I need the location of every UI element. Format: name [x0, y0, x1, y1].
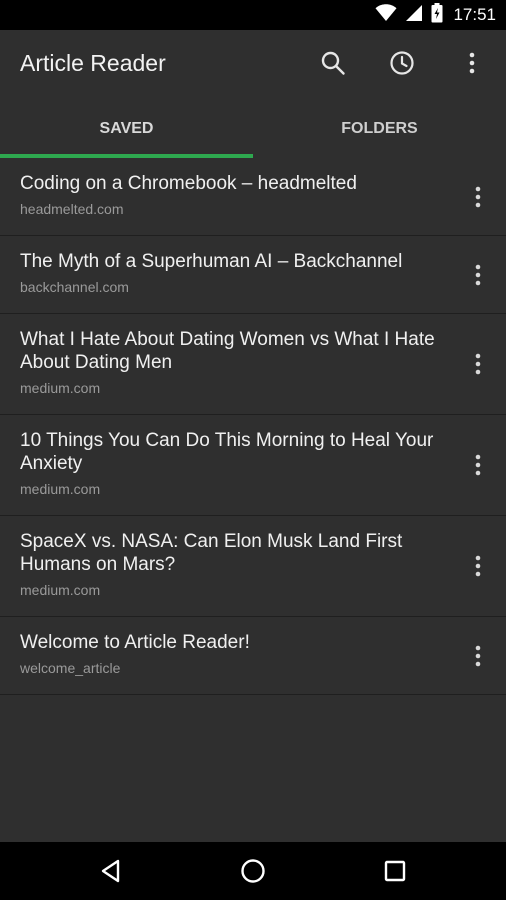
- recents-button[interactable]: [378, 854, 412, 888]
- article-source: welcome_article: [20, 660, 121, 676]
- app-screen: 17:51 Article Reader SAVED FOLDERS Codin…: [0, 0, 506, 900]
- back-button[interactable]: [94, 854, 128, 888]
- list-item[interactable]: 10 Things You Can Do This Morning to Hea…: [0, 415, 506, 516]
- history-icon: [389, 50, 415, 80]
- search-icon: [320, 50, 346, 80]
- list-item[interactable]: What I Hate About Dating Women vs What I…: [0, 314, 506, 415]
- home-icon: [241, 859, 265, 883]
- overflow-menu-icon: [469, 52, 475, 78]
- article-source: headmelted.com: [20, 201, 124, 217]
- tab-saved[interactable]: SAVED: [0, 100, 253, 158]
- article-title: Welcome to Article Reader!: [20, 632, 250, 653]
- list-item[interactable]: Coding on a Chromebook – headmelted head…: [0, 158, 506, 236]
- home-button[interactable]: [236, 854, 270, 888]
- status-bar: 17:51: [0, 0, 506, 30]
- article-title: SpaceX vs. NASA: Can Elon Musk Land Firs…: [20, 531, 403, 575]
- cellular-icon: [405, 4, 423, 26]
- overflow-menu-icon: [475, 454, 481, 476]
- tab-saved-label: SAVED: [99, 120, 154, 137]
- tab-folders-label: FOLDERS: [341, 120, 418, 137]
- item-more-button[interactable]: [468, 349, 488, 379]
- article-source: medium.com: [20, 582, 101, 598]
- tab-bar: SAVED FOLDERS: [0, 100, 506, 158]
- system-nav-bar: [0, 842, 506, 900]
- list-item[interactable]: Welcome to Article Reader! welcome_artic…: [0, 617, 506, 695]
- article-source: medium.com: [20, 380, 101, 396]
- overflow-menu-icon: [475, 353, 481, 375]
- app-bar: Article Reader: [0, 30, 506, 100]
- overflow-menu-button[interactable]: [455, 48, 489, 82]
- wifi-icon: [375, 4, 397, 26]
- list-item[interactable]: The Myth of a Superhuman AI – Backchanne…: [0, 236, 506, 314]
- status-time: 17:51: [453, 5, 496, 24]
- item-more-button[interactable]: [468, 182, 488, 212]
- item-more-button[interactable]: [468, 641, 488, 671]
- item-more-button[interactable]: [468, 450, 488, 480]
- article-source: backchannel.com: [20, 279, 129, 295]
- list-item[interactable]: SpaceX vs. NASA: Can Elon Musk Land Firs…: [0, 516, 506, 617]
- article-title: The Myth of a Superhuman AI – Backchanne…: [20, 251, 403, 272]
- item-more-button[interactable]: [468, 551, 488, 581]
- article-list: Coding on a Chromebook – headmelted head…: [0, 158, 506, 695]
- app-title: Article Reader: [20, 50, 166, 76]
- article-title: Coding on a Chromebook – headmelted: [20, 173, 357, 194]
- article-title: 10 Things You Can Do This Morning to Hea…: [20, 430, 434, 474]
- item-more-button[interactable]: [468, 260, 488, 290]
- back-icon: [101, 859, 120, 883]
- tab-folders[interactable]: FOLDERS: [253, 100, 506, 158]
- article-title: What I Hate About Dating Women vs What I…: [20, 329, 435, 373]
- battery-icon: [431, 3, 443, 27]
- history-button[interactable]: [385, 48, 419, 82]
- overflow-menu-icon: [475, 555, 481, 577]
- overflow-menu-icon: [475, 645, 481, 666]
- search-button[interactable]: [316, 48, 350, 82]
- overflow-menu-icon: [475, 264, 481, 285]
- recents-icon: [384, 860, 406, 882]
- article-source: medium.com: [20, 481, 101, 497]
- overflow-menu-icon: [475, 186, 481, 207]
